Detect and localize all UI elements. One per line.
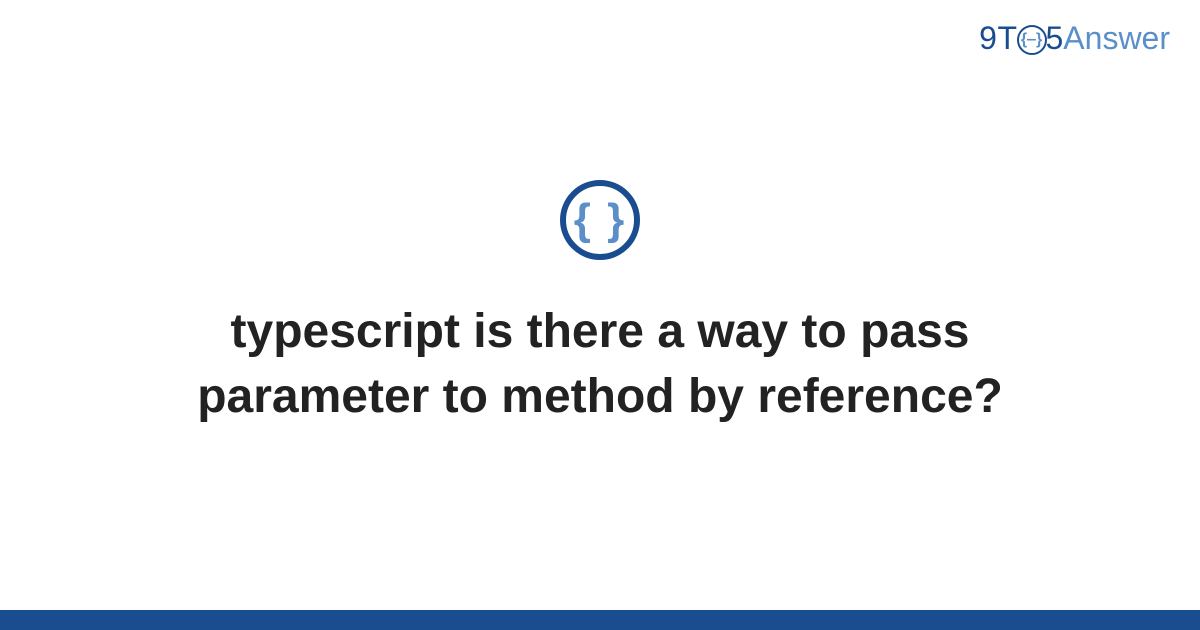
main-content: { } typescript is there a way to pass pa… xyxy=(0,0,1200,610)
braces-glyph: { } xyxy=(574,198,626,242)
code-braces-icon: { } xyxy=(560,180,640,260)
footer-bar xyxy=(0,610,1200,630)
question-title: typescript is there a way to pass parame… xyxy=(100,300,1100,430)
